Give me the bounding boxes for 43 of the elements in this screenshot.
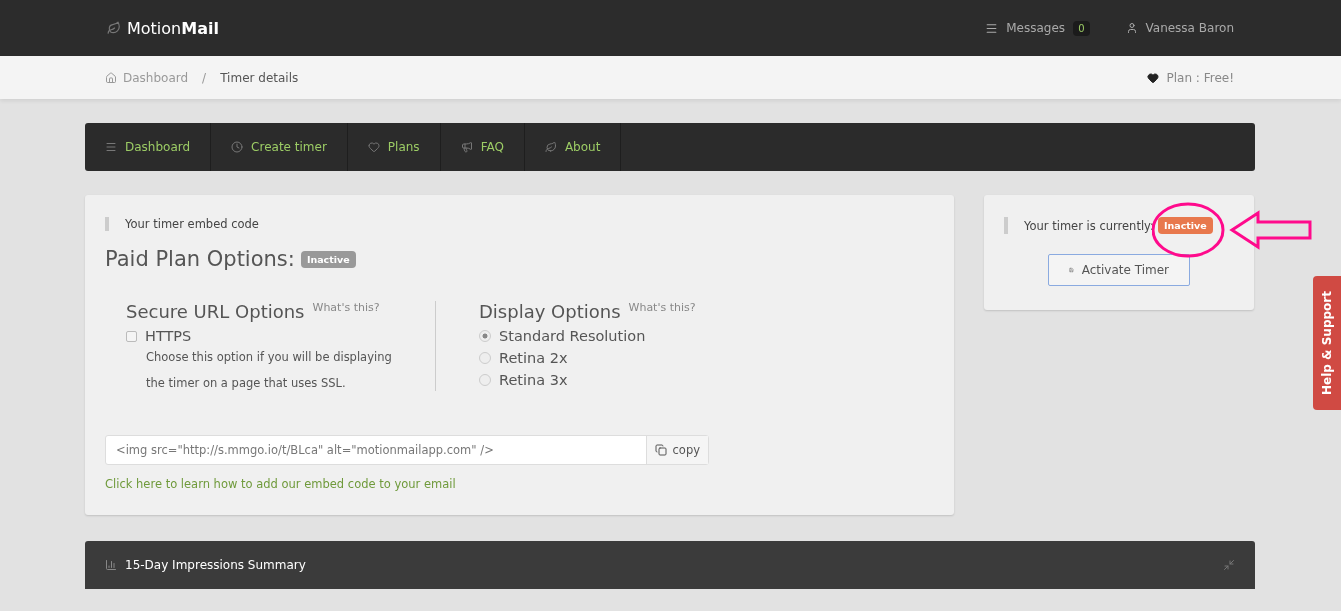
brand-name: MotionMail — [127, 18, 219, 38]
section-title: Paid Plan Options: — [105, 247, 295, 271]
breadcrumb-separator: / — [202, 70, 207, 85]
message-count: 0 — [1073, 20, 1090, 36]
status-text: Your timer is currently: — [1024, 218, 1154, 233]
resolution-radio[interactable]: Retina 3x — [479, 372, 766, 388]
menu-icon — [985, 21, 999, 35]
embed-note: Your timer embed code — [105, 217, 934, 231]
user-link[interactable]: Vanessa Baron — [1125, 21, 1234, 35]
nav-item[interactable]: Dashboard — [85, 123, 212, 171]
user-icon — [1125, 22, 1138, 34]
summary-title: 15-Day Impressions Summary — [125, 558, 306, 572]
copy-button[interactable]: copy — [645, 436, 708, 464]
option-description: Choose this option if you will be displaying the timer on a page that uses SSL. — [146, 349, 393, 392]
option-title: Display Options — [479, 301, 621, 322]
resolution-radio[interactable]: Retina 2x — [479, 350, 766, 366]
nav-icon — [231, 141, 244, 153]
heart-icon — [1146, 71, 1159, 84]
activate-button[interactable]: Activate Timer — [1048, 254, 1190, 286]
messages-link[interactable]: Messages 0 — [985, 20, 1090, 36]
help-support-tab[interactable]: Help & Support — [1313, 276, 1341, 410]
nav-item[interactable]: Plans — [347, 123, 441, 171]
resolution-radio[interactable]: Standard Resolution — [479, 328, 766, 344]
option-title: Secure URL Options — [126, 301, 305, 322]
breadcrumb-link[interactable]: Timer details — [220, 70, 299, 85]
nav-icon — [105, 141, 117, 153]
nav-item[interactable]: Create timer — [211, 123, 348, 171]
chart-icon — [105, 559, 117, 571]
copy-icon — [654, 444, 667, 456]
status-badge: Inactive — [300, 250, 356, 268]
nav-icon — [544, 141, 557, 153]
nav-icon — [460, 141, 473, 153]
nav-icon — [367, 141, 380, 153]
nav-item[interactable]: About — [524, 123, 622, 171]
plan-text: Plan : Free! — [1166, 70, 1234, 85]
collapse-icon[interactable] — [1223, 559, 1235, 571]
status-badge: Inactive — [1157, 217, 1213, 234]
leaf-icon — [107, 21, 121, 35]
https-checkbox[interactable]: HTTPS — [126, 328, 435, 344]
nav-item[interactable]: FAQ — [440, 123, 525, 171]
embed-code-field[interactable]: <img src="http://s.mmgo.io/t/BLca" alt="motionmailapp.com" /> copy — [105, 435, 709, 465]
home-icon — [105, 71, 117, 84]
brand-logo[interactable]: MotionMail — [107, 18, 219, 38]
